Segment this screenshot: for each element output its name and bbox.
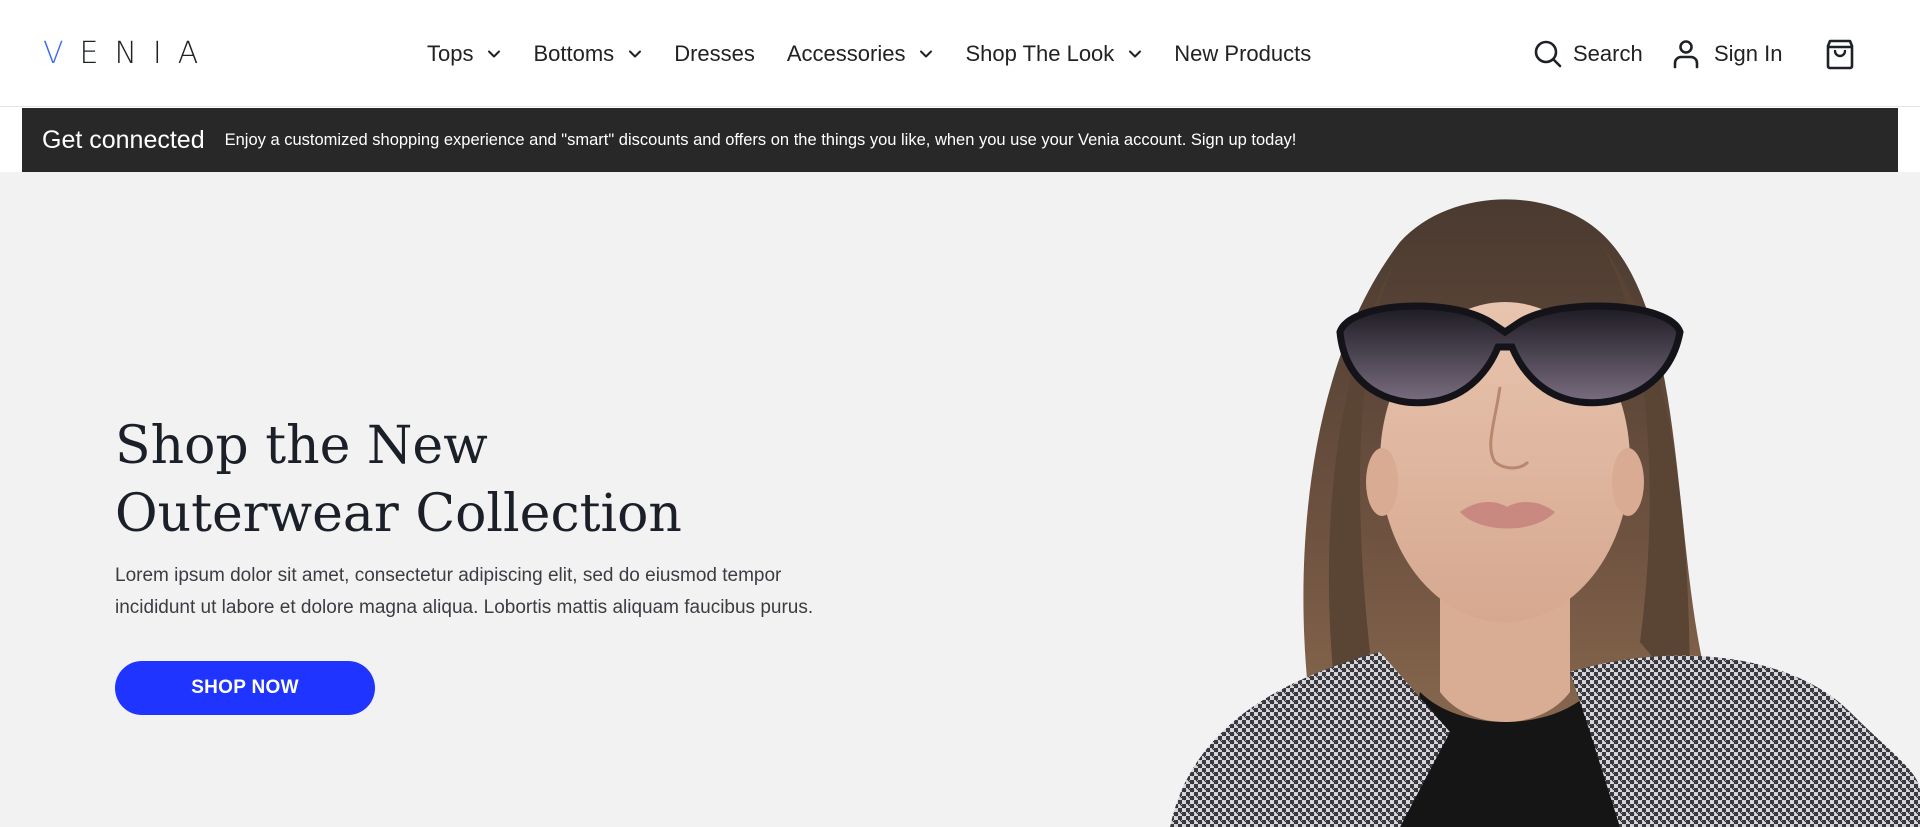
cart-button[interactable] (1825, 36, 1855, 72)
nav-label: New Products (1174, 41, 1312, 66)
sign-in-label: Sign In (1714, 41, 1783, 66)
nav-label: Bottoms (533, 41, 615, 66)
chevron-down-icon (487, 47, 501, 61)
shopping-bag-icon (1825, 38, 1855, 70)
nav-item-dresses[interactable]: Dresses (674, 41, 755, 67)
hero-description-line: Lorem ipsum dolor sit amet, consectetur … (115, 565, 782, 586)
nav-item-shop-the-look[interactable]: Shop The Look (965, 41, 1142, 67)
nav-label: Shop The Look (965, 41, 1115, 66)
hero-model-image (1170, 199, 1920, 827)
logo-text: ENIA (79, 36, 215, 71)
chevron-down-icon (919, 47, 933, 61)
chevron-down-icon (628, 47, 642, 61)
logo-letter-v: V (43, 36, 80, 71)
nav-label: Tops (427, 41, 474, 66)
chevron-down-icon (1128, 47, 1142, 61)
user-icon (1672, 39, 1700, 69)
nav-item-bottoms[interactable]: Bottoms (533, 41, 642, 67)
nav-label: Accessories (786, 41, 906, 66)
main-navigation: Tops Bottoms Dresses Accessories Shop Th… (427, 36, 1343, 72)
banner-title: Get connected (42, 125, 205, 154)
hero-title: Shop the New Outerwear Collection (115, 412, 815, 548)
banner-text: Enjoy a customized shopping experience a… (224, 130, 1297, 149)
get-connected-banner: Get connected Enjoy a customized shoppin… (22, 108, 1898, 172)
nav-item-new-products[interactable]: New Products (1174, 41, 1311, 67)
hero-description-line: incididunt ut labore et dolore magna ali… (115, 597, 814, 618)
nav-item-accessories[interactable]: Accessories (787, 41, 934, 67)
shop-now-button[interactable]: SHOP NOW (115, 661, 375, 715)
sign-in-button[interactable]: Sign In (1672, 36, 1783, 72)
site-header: VENIA Tops Bottoms Dresses Accessories S… (0, 0, 1920, 107)
search-icon (1533, 39, 1563, 69)
nav-label: Dresses (674, 41, 755, 66)
hero-title-line: Shop the New (115, 416, 488, 476)
hero-section: Shop the New Outerwear Collection Lorem … (0, 172, 1920, 827)
hero-description: Lorem ipsum dolor sit amet, consectetur … (115, 560, 895, 624)
search-label: Search (1573, 41, 1643, 66)
venia-logo[interactable]: VENIA (43, 36, 214, 72)
search-button[interactable]: Search (1533, 36, 1643, 72)
nav-item-tops[interactable]: Tops (427, 41, 501, 67)
hero-title-line: Outerwear Collection (115, 484, 682, 544)
